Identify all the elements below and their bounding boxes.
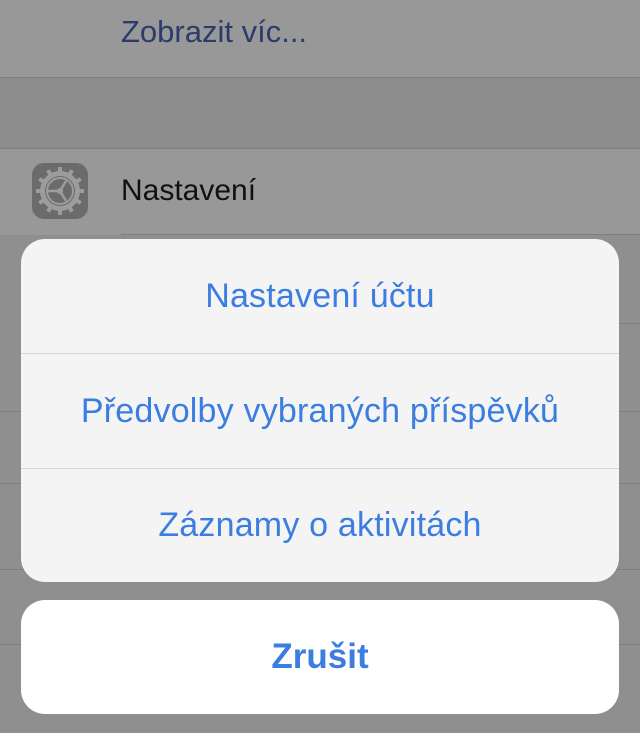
featured-posts-preferences-button[interactable]: Předvolby vybraných příspěvků xyxy=(21,354,619,468)
activity-log-button[interactable]: Záznamy o aktivitách xyxy=(21,469,619,582)
show-more-label: Zobrazit víc... xyxy=(121,14,308,49)
section-gap xyxy=(0,78,640,149)
row-divider xyxy=(121,234,640,235)
show-more-row[interactable]: Zobrazit víc... xyxy=(0,0,640,78)
settings-row[interactable]: Nastavení xyxy=(0,149,640,235)
screen: Zobrazit víc... Nastavení Nastavení účtu… xyxy=(0,0,640,733)
action-sheet: Nastavení účtu Předvolby vybraných přísp… xyxy=(21,239,619,582)
gear-icon xyxy=(32,163,88,219)
cancel-button[interactable]: Zrušit xyxy=(21,600,619,714)
settings-label: Nastavení xyxy=(121,174,257,207)
account-settings-button[interactable]: Nastavení účtu xyxy=(21,239,619,353)
